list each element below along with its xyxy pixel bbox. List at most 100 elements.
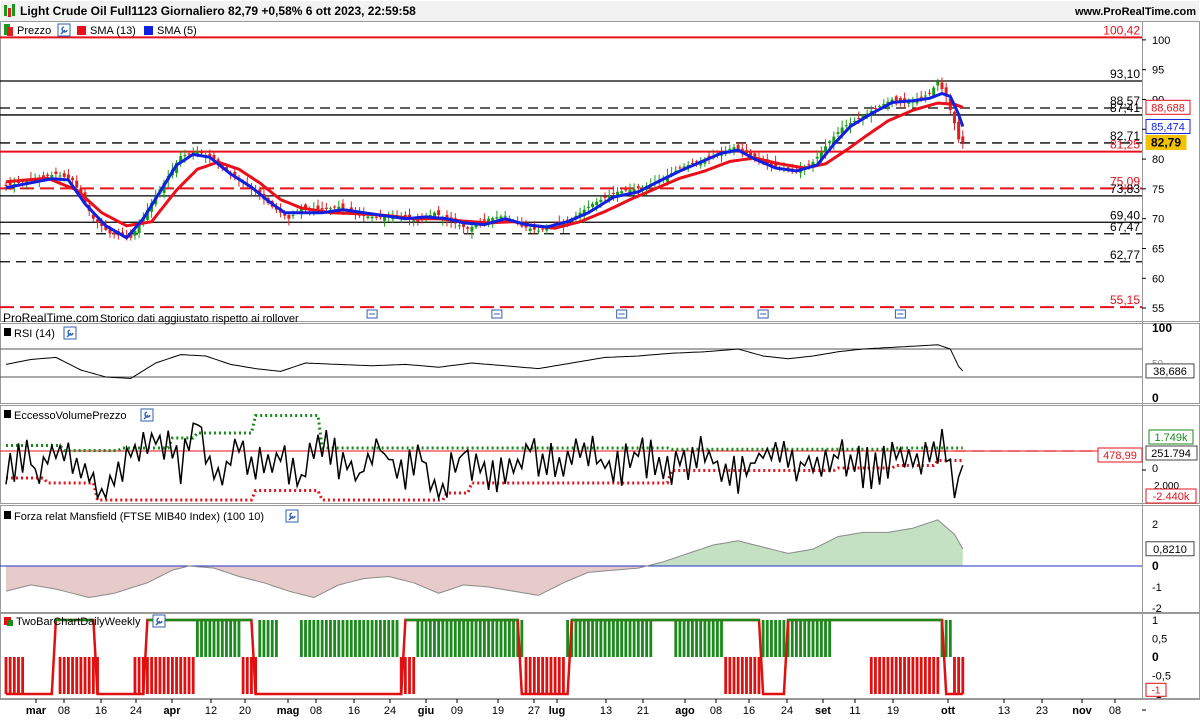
- candle-body-142: [595, 201, 599, 206]
- rsi-tick-0: 100: [1152, 321, 1172, 335]
- x-tick-label-12: 09: [451, 705, 463, 717]
- two-bar-col-228: [953, 657, 956, 694]
- two-bar-col-62: [262, 620, 266, 657]
- two-bar-col-59: [250, 657, 253, 694]
- candle-body-129: [541, 228, 545, 230]
- candle-body-224: [936, 81, 940, 86]
- eccesso-top-label: 1.749k: [1154, 432, 1188, 444]
- candle-body-230: [961, 136, 965, 143]
- two-bar-col-162: [678, 620, 682, 657]
- two-bar-col-86: [362, 620, 366, 657]
- x-tick-label-14: 27: [528, 705, 540, 717]
- price-badge-label-2: 82,79: [1151, 135, 1181, 149]
- rsi-last-label: 38,686: [1153, 366, 1187, 378]
- two-bar-col-105: [441, 620, 445, 657]
- two-bar-col-170: [711, 620, 715, 657]
- two-bar-col-120: [503, 620, 507, 657]
- two-bar-col-190: [795, 620, 798, 657]
- chart-canvas: Light Crude Oil Full1123 Giornaliero 82,…: [0, 0, 1200, 720]
- candle-body-209: [873, 107, 877, 109]
- two-bar-col-130: [545, 657, 549, 694]
- candle-body-112: [470, 226, 474, 232]
- candle-body-141: [591, 203, 595, 207]
- wrench-icon[interactable]: [57, 23, 71, 37]
- two-bar-col-169: [707, 620, 711, 657]
- two-bar-col-171: [715, 620, 719, 657]
- wrench-icon[interactable]: [285, 509, 299, 523]
- hline-label-3: 87,41: [1110, 101, 1140, 115]
- two-bar-col-118: [495, 620, 499, 657]
- two-bar-col-55: [233, 620, 237, 657]
- two-bar-col-191: [799, 620, 802, 657]
- rsi-labels: 38,686: [1145, 363, 1195, 379]
- two-bar-col-189: [790, 620, 794, 657]
- candle-body-176: [736, 144, 740, 150]
- two-bar-col-124: [520, 620, 524, 657]
- two-bar-col-151: [632, 620, 636, 657]
- two-bar-last-label: -1: [1152, 685, 1161, 696]
- two-bar-col-161: [674, 620, 678, 657]
- two-bar-col-53: [225, 620, 228, 657]
- price-tick-label-6: 70: [1152, 214, 1164, 226]
- two-bar-col-13: [58, 657, 62, 694]
- candle-body-43: [183, 154, 187, 157]
- x-tick-label-15: lug: [549, 705, 566, 717]
- two-bar-col-230: [961, 657, 965, 694]
- two-bar-col-97: [408, 657, 411, 694]
- x-tick-label-7: mag: [277, 705, 300, 717]
- two-bar-col-181: [757, 657, 761, 694]
- two-bar-col-87: [366, 620, 370, 657]
- rsi-swatch: [4, 328, 11, 336]
- two-bar-col-121: [507, 620, 511, 657]
- two-bar-col-186: [778, 620, 782, 657]
- two-bar-col-102: [428, 620, 432, 657]
- wrench-icon[interactable]: [63, 326, 77, 340]
- two-bar-col-143: [599, 620, 603, 657]
- rollover-note: Storico dati aggiustato rispetto ai roll…: [100, 313, 299, 325]
- wrench-icon[interactable]: [140, 408, 154, 422]
- two-bar-col-39: [166, 657, 170, 694]
- two-bar-col-223: [932, 657, 936, 694]
- two-bar-col-122: [512, 620, 515, 657]
- eccesso-label: EccessoVolumePrezzo: [14, 410, 127, 422]
- two-bar-col-45: [191, 657, 195, 694]
- price-tick-label-0: 100: [1152, 35, 1170, 47]
- two-bar-col-149: [624, 620, 628, 657]
- site-link[interactable]: www.ProRealTime.com: [1074, 6, 1196, 18]
- two-bar-col-214: [894, 657, 898, 694]
- eccesso-mid-label: 478,99: [1103, 450, 1137, 462]
- candle-body-79: [333, 206, 337, 208]
- hline-label-7: 73,83: [1110, 182, 1140, 196]
- candle-body-76: [320, 208, 324, 210]
- two-bar-col-82: [345, 620, 349, 657]
- hline-label-1: 93,10: [1110, 67, 1140, 81]
- price-tick-label-8: 60: [1152, 273, 1164, 285]
- two-bar-col-20: [87, 657, 91, 694]
- x-tick-label-4: apr: [163, 705, 181, 717]
- two-bar-col-172: [720, 620, 723, 657]
- two-bar-col-16: [71, 657, 74, 694]
- two-bar-col-196: [819, 620, 823, 657]
- two-bar-col-43: [183, 657, 187, 694]
- two-bar-col-135: [566, 620, 569, 657]
- two-bar-col-80: [337, 620, 341, 657]
- candle-body-225: [940, 82, 944, 90]
- candle-body-12: [54, 171, 58, 174]
- two-bar-col-193: [807, 620, 811, 657]
- two-bar-col-138: [578, 620, 582, 657]
- candle-body-214: [894, 96, 898, 101]
- x-tick-label-26: 13: [998, 705, 1010, 717]
- candle-body-16: [71, 177, 75, 180]
- x-tick-label-24: 19: [887, 705, 899, 717]
- candle-body-10: [46, 174, 50, 176]
- two-bar-col-38: [162, 657, 166, 694]
- two-bar-col-64: [270, 620, 274, 657]
- candle-body-78: [328, 208, 332, 210]
- candle-body-143: [599, 199, 603, 202]
- candle-body-115: [482, 219, 486, 221]
- two-bar-col-153: [641, 620, 644, 657]
- wrench-icon[interactable]: [152, 614, 166, 628]
- candle-body-144: [603, 196, 607, 198]
- x-tick-label-6: 20: [239, 705, 251, 717]
- two-bar-col-198: [828, 620, 832, 657]
